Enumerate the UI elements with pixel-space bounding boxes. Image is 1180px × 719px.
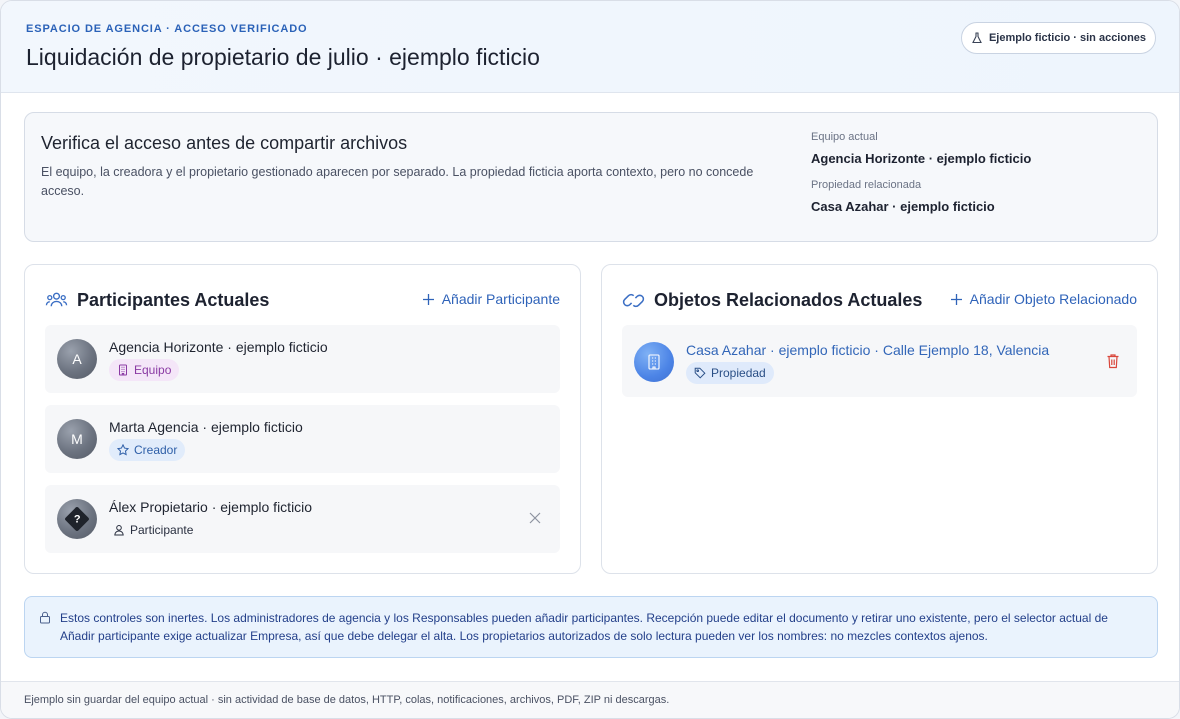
page-title: Liquidación de propietario de julio · ej… — [26, 44, 540, 70]
object-type-label: Propiedad — [711, 366, 766, 380]
related-object-link[interactable]: Casa Azahar · ejemplo ficticio · Calle E… — [686, 342, 1049, 358]
page-header: ESPACIO DE AGENCIA · ACCESO VERIFICADO L… — [1, 1, 1179, 93]
page-eyebrow: ESPACIO DE AGENCIA · ACCESO VERIFICADO — [26, 23, 308, 35]
participant-row-team: A Agencia Horizonte · ejemplo ficticio E… — [45, 325, 560, 393]
avatar: A — [57, 339, 97, 379]
property-value: Casa Azahar · ejemplo ficticio — [811, 199, 995, 214]
avatar: M — [57, 419, 97, 459]
participant-name: Álex Propietario · ejemplo ficticio — [109, 499, 313, 515]
related-header: Objetos Relacionados Actuales — [622, 289, 922, 312]
page-footer: Ejemplo sin guardar del equipo actual · … — [1, 681, 1179, 718]
participants-header: Participantes Actuales — [45, 289, 269, 312]
add-related-label: Añadir Objeto Relacionado — [969, 291, 1137, 307]
building-icon — [119, 364, 127, 376]
plus-icon — [422, 293, 434, 305]
add-participant-label: Añadir Participante — [441, 291, 560, 307]
object-type-badge: Propiedad — [686, 362, 774, 384]
related-object-row: Casa Azahar · ejemplo ficticio · Calle E… — [622, 325, 1137, 397]
footer-text: Ejemplo sin guardar del equipo actual · … — [24, 694, 670, 706]
star-icon — [117, 444, 129, 456]
property-label: Propiedad relacionada — [811, 179, 922, 191]
permissions-notice: Estos controles son inertes. Los adminis… — [24, 596, 1158, 658]
user-icon — [114, 525, 124, 536]
flask-icon — [972, 32, 982, 44]
avatar-initial: ? — [73, 512, 81, 525]
verify-description: El equipo, la creadora y el propietario … — [41, 165, 754, 198]
plus-icon — [950, 293, 962, 305]
role-badge-creator: Creador — [109, 439, 186, 461]
notice-text: Estos controles son inertes. Los adminis… — [60, 611, 1108, 643]
add-related-object-button[interactable]: Añadir Objeto Relacionado — [950, 291, 1137, 307]
participant-row-creator: M Marta Agencia · ejemplo ficticio Cread… — [45, 405, 560, 473]
verify-title: Verifica el acceso antes de compartir ar… — [41, 133, 408, 153]
close-icon[interactable] — [528, 511, 542, 525]
role-badge-team: Equipo — [109, 359, 180, 381]
demo-mode-pill: Ejemplo ficticio · sin acciones — [961, 22, 1156, 54]
demo-pill-label: Ejemplo ficticio · sin acciones — [988, 32, 1147, 44]
trash-icon[interactable] — [1106, 353, 1120, 369]
property-avatar — [634, 342, 674, 382]
role-badge-label: Participante — [130, 523, 194, 537]
role-badge-label: Equipo — [134, 363, 172, 377]
tag-icon — [694, 367, 706, 379]
participants-title: Participantes Actuales — [77, 290, 270, 310]
related-objects-panel: Objetos Relacionados Actuales Añadir Obj… — [601, 264, 1158, 574]
users-icon — [45, 292, 68, 307]
role-badge-label: Creador — [134, 443, 178, 457]
building-icon — [648, 354, 660, 370]
app-window: ESPACIO DE AGENCIA · ACCESO VERIFICADO L… — [0, 0, 1180, 719]
unknown-glyph-icon: ? — [64, 506, 90, 532]
add-participant-button[interactable]: Añadir Participante — [422, 291, 560, 307]
avatar: ? — [57, 499, 97, 539]
participants-panel: Participantes Actuales Añadir Participan… — [24, 264, 581, 574]
participant-row-owner: ? Álex Propietario · ejemplo ficticio Pa… — [45, 485, 560, 553]
participant-name: Marta Agencia · ejemplo ficticio — [109, 419, 303, 435]
team-label: Equipo actual — [811, 131, 878, 143]
lock-icon — [40, 611, 50, 624]
access-verification-card: Verifica el acceso antes de compartir ar… — [24, 112, 1158, 242]
related-title: Objetos Relacionados Actuales — [654, 290, 923, 310]
role-badge-participant: Participante — [109, 519, 197, 541]
team-value: Agencia Horizonte · ejemplo ficticio — [811, 151, 1032, 166]
participant-name: Agencia Horizonte · ejemplo ficticio — [109, 339, 328, 355]
link-icon — [622, 293, 645, 308]
